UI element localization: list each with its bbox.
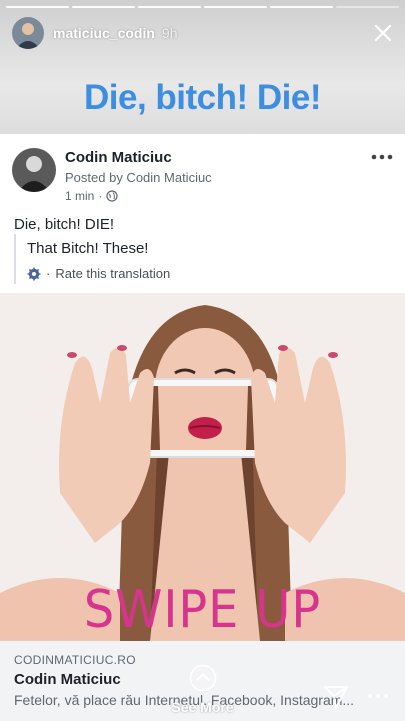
rate-translation-label: Rate this translation [55,266,171,281]
progress-segment [72,6,135,8]
see-more-label: See More [171,699,234,715]
translation-text: That Bitch! These! [27,240,149,257]
story-header: maticiuc_codin 9h [12,15,395,51]
swipe-up-text[interactable]: SWIPE UP [16,580,389,640]
post-author-avatar[interactable] [12,148,56,192]
translation-block: That Bitch! These! · Rate this translati… [14,234,386,284]
post-author-name[interactable]: Codin Maticiuc [65,149,172,166]
send-icon[interactable] [322,683,350,711]
progress-segment [204,6,267,8]
story-age: 9h [161,25,178,41]
post-time-text: 1 min [65,189,95,203]
chevron-up-icon [189,664,216,692]
globe-icon [106,190,118,202]
link-domain: CODINMATICIUC.RO [14,653,136,667]
gear-icon [27,267,41,280]
rate-separator: · [46,266,51,281]
close-icon[interactable] [371,21,395,45]
facebook-post-card[interactable]: Codin Maticiuc Posted by Codin Maticiuc … [0,134,405,721]
user-avatar[interactable] [12,17,44,49]
time-separator: · [98,189,103,203]
progress-segment [6,6,69,8]
story-progress-bar [6,6,399,8]
link-title: Codin Maticiuc [14,671,121,688]
username[interactable]: maticiuc_codin [53,25,155,41]
post-header: Codin Maticiuc Posted by Codin Maticiuc … [12,148,393,203]
see-more-button[interactable]: See More [165,664,240,715]
progress-segment [270,6,333,8]
posted-by-text: Posted by Codin Maticiuc [65,170,212,185]
progress-segment [138,6,201,8]
more-options-icon[interactable] [367,692,389,700]
more-options-icon[interactable] [371,152,393,162]
post-text: Die, bitch! DIE! [14,216,115,233]
story-headline: Die, bitch! Die! [83,78,322,117]
post-time: 1 min · [65,189,118,203]
rate-translation-link[interactable]: · Rate this translation [27,266,170,281]
progress-segment [336,6,399,8]
